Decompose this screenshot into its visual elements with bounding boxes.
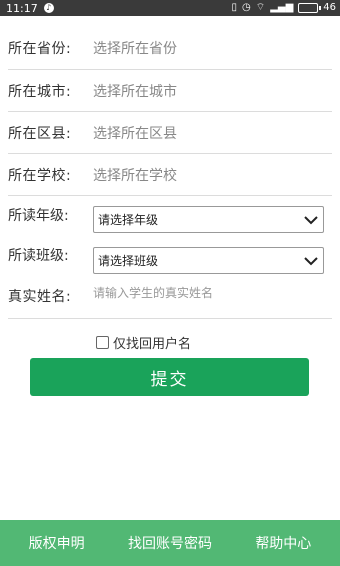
footer-recover-account-link[interactable]: 找回账号密码: [113, 533, 226, 553]
city-value[interactable]: 选择所在城市: [93, 81, 177, 101]
district-value[interactable]: 选择所在区县: [93, 123, 177, 143]
footer-copyright-link[interactable]: 版权申明: [0, 533, 113, 553]
name-label: 真实姓名:: [8, 289, 72, 305]
footer-nav: 版权申明 找回账号密码 帮助中心: [0, 520, 340, 566]
battery-level: 46: [323, 2, 336, 13]
class-label: 所读班级:: [8, 248, 69, 264]
school-label: 所在学校:: [8, 167, 72, 184]
district-label: 所在区县:: [8, 125, 72, 142]
city-row[interactable]: 所在城市: 选择所在城市: [8, 70, 332, 112]
name-row: 真实姓名:: [8, 282, 332, 319]
city-label: 所在城市:: [8, 83, 72, 100]
battery-icon: [298, 3, 322, 13]
username-only-label: 仅找回用户名: [113, 337, 192, 352]
province-row[interactable]: 所在省份: 选择所在省份: [8, 27, 332, 70]
vibrate-icon: ▯: [231, 2, 238, 13]
submit-button[interactable]: 提交: [30, 358, 309, 396]
footer-help-link[interactable]: 帮助中心: [227, 533, 340, 553]
grade-label: 所读年级:: [8, 208, 69, 224]
wifi-icon: ⌔: [255, 2, 266, 13]
school-value[interactable]: 选择所在学校: [93, 165, 177, 185]
district-row[interactable]: 所在区县: 选择所在区县: [8, 112, 332, 154]
chevron-down-icon: [304, 257, 318, 266]
status-time: 11:17: [6, 1, 38, 15]
school-row[interactable]: 所在学校: 选择所在学校: [8, 154, 332, 196]
province-value[interactable]: 选择所在省份: [93, 38, 177, 58]
class-select[interactable]: 请选择班级: [93, 247, 324, 274]
signal-icon: ▂▄▆: [270, 2, 294, 13]
grade-select[interactable]: 请选择年级: [93, 206, 324, 233]
status-icons: ▯ ◷ ⌔ ▂▄▆ 46: [232, 2, 336, 14]
province-label: 所在省份:: [8, 41, 72, 57]
name-input[interactable]: [93, 286, 323, 300]
chevron-down-icon: [304, 216, 318, 225]
grade-selected-value: 请选择年级: [98, 213, 159, 227]
status-bar: 11:17 ♪ ▯ ◷ ⌔ ▂▄▆ 46: [0, 0, 340, 16]
alarm-icon: ◷: [242, 2, 251, 13]
username-only-checkbox[interactable]: [96, 336, 109, 349]
username-only-option[interactable]: 仅找回用户名: [96, 333, 191, 352]
class-selected-value: 请选择班级: [98, 254, 159, 268]
music-icon: ♪: [43, 3, 54, 13]
